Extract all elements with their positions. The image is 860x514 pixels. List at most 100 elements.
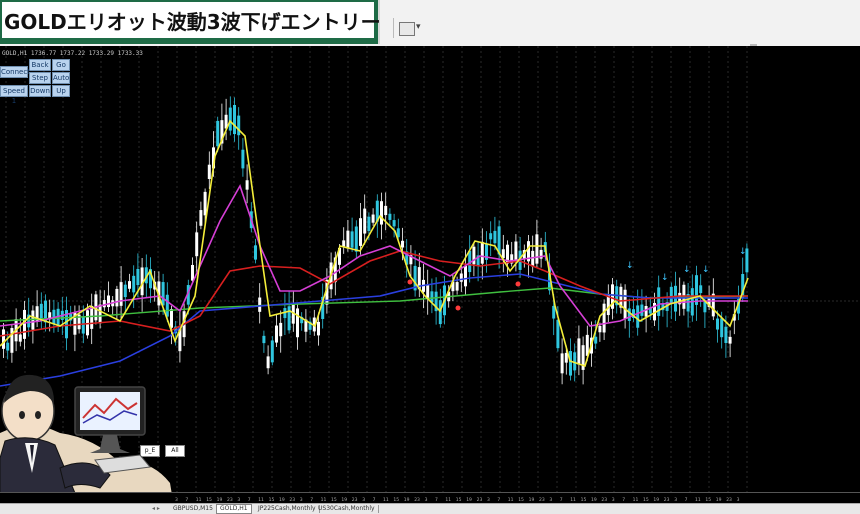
candle-body — [598, 325, 602, 333]
candle-body — [123, 284, 127, 298]
speed-button[interactable]: Speed 1 — [0, 85, 28, 105]
candle-body — [464, 265, 467, 287]
candle-body — [636, 305, 640, 328]
candle-body — [480, 241, 484, 264]
candle-body — [287, 306, 291, 331]
candle-body — [199, 210, 203, 226]
candle-body — [392, 220, 396, 227]
chart-tabs: ◂ ▸ GBPUSD,M15 GOLD,H1 JP225Cash,Monthly… — [0, 503, 860, 514]
candle-body — [384, 205, 388, 216]
candle-body — [627, 308, 631, 321]
tab-gbpusd-m15[interactable]: GBPUSD,M15 — [170, 505, 217, 513]
candle-body — [270, 340, 274, 363]
candle-body — [669, 286, 673, 304]
candle-body — [556, 319, 560, 349]
candle-body — [132, 275, 136, 293]
candle-body — [531, 250, 535, 267]
candle-body — [728, 336, 732, 344]
candle-body — [90, 305, 94, 329]
candle-body — [724, 326, 728, 343]
candle-body — [623, 289, 627, 319]
buy-signal-arrow: ↓ — [626, 261, 634, 271]
candle-body — [23, 309, 26, 339]
candle-body — [245, 180, 249, 190]
candle-body — [228, 107, 232, 131]
candle-body — [430, 291, 434, 303]
candle-body — [86, 310, 89, 336]
candle-body — [594, 336, 598, 344]
candle-body — [703, 301, 707, 313]
video-title-banner: GOLDエリオット波動3波下げエントリー — [0, 0, 381, 44]
candle-body — [380, 201, 383, 225]
sell-signal-dot — [407, 279, 413, 285]
candle-body — [354, 226, 358, 252]
sell-signal-dot — [455, 305, 461, 311]
chart-symbol-ohlc: GOLD,H1 1736.77 1737.22 1733.29 1733.33 — [2, 50, 143, 57]
candle-body — [644, 305, 648, 317]
toolbar-separator — [393, 18, 394, 38]
sell-signal-dot — [515, 281, 521, 287]
candle-body — [720, 318, 724, 338]
candle-body — [119, 282, 123, 306]
buy-signal-arrow: ↓ — [702, 265, 710, 275]
candle-body — [102, 300, 106, 308]
candle-body — [363, 208, 367, 234]
candle-body — [10, 328, 14, 353]
connect-button[interactable]: Connect — [0, 66, 30, 78]
candle-body — [317, 321, 320, 336]
candle-body — [367, 216, 371, 231]
step-button[interactable]: Step — [29, 72, 51, 84]
presenter-avatar — [0, 374, 175, 513]
candle-body — [81, 316, 85, 334]
back-button[interactable]: Back — [29, 59, 51, 71]
candle-body — [266, 356, 270, 369]
candle-body — [359, 218, 362, 246]
candle-body — [493, 230, 497, 244]
video-title: GOLDエリオット波動3波下げエントリー — [4, 10, 381, 34]
down-button[interactable]: Down — [29, 85, 51, 97]
candle-body — [426, 284, 430, 298]
candle-body — [577, 338, 581, 365]
candle-body — [107, 295, 110, 308]
tab-jp225cash-monthly[interactable]: JP225Cash,Monthly — [255, 505, 320, 513]
candle-body — [535, 234, 539, 264]
candle-body — [216, 120, 220, 147]
chart-properties-icon[interactable] — [399, 22, 415, 36]
candle-body — [6, 342, 10, 351]
candle-body — [233, 104, 236, 135]
candle-body — [275, 325, 278, 343]
candle-body — [371, 214, 375, 223]
candle-body — [388, 213, 392, 220]
candle-body — [128, 281, 131, 289]
up-button[interactable]: Up — [52, 85, 70, 97]
candle-body — [165, 294, 169, 317]
candle-body — [296, 308, 299, 338]
go-button[interactable]: Go — [52, 59, 70, 71]
candle-body — [170, 309, 173, 328]
candle-body — [350, 231, 354, 248]
candle-body — [115, 288, 119, 307]
buy-signal-arrow: ↓ — [661, 273, 669, 283]
candle-body — [203, 191, 207, 216]
candle-body — [191, 264, 194, 281]
candle-body — [18, 334, 22, 342]
candle-body — [237, 115, 241, 136]
buy-signal-arrow: ↓ — [683, 265, 691, 275]
candle-body — [195, 232, 199, 257]
candle-body — [459, 273, 463, 282]
candle-body — [401, 240, 404, 248]
buy-signal-arrow: ↓ — [739, 247, 747, 257]
ma-red-line — [0, 250, 748, 337]
chevron-down-icon[interactable]: ▾ — [416, 22, 421, 32]
auto-button[interactable]: Auto — [52, 72, 70, 84]
candle-body — [2, 329, 5, 349]
candle-body — [455, 282, 459, 291]
candle-body — [279, 322, 283, 337]
candle-body — [258, 297, 262, 312]
tab-us30cash-monthly[interactable]: US30Cash,Monthly — [315, 505, 379, 513]
candle-body — [564, 352, 568, 363]
candle-body — [602, 303, 606, 333]
candle-body — [560, 353, 564, 374]
tab-scroll-arrows[interactable]: ◂ ▸ — [152, 505, 160, 512]
candle-body — [569, 351, 572, 376]
